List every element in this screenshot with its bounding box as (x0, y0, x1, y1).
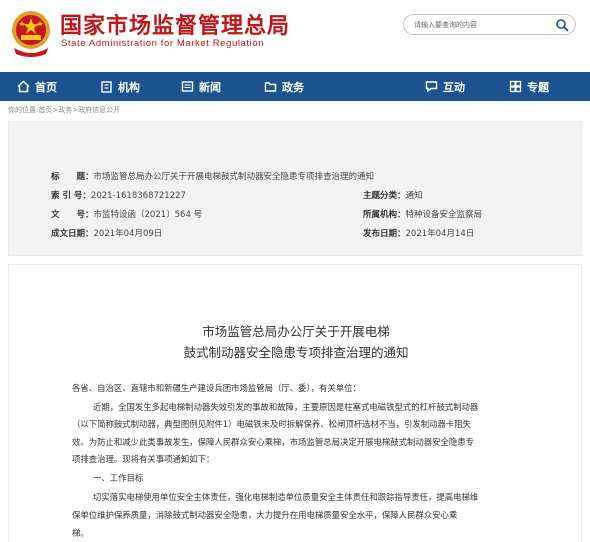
chat-icon (425, 81, 438, 93)
national-emblem-icon (12, 11, 50, 57)
paragraph-line: 切实落实电梯使用单位安全主体责任，强化电梯制造单位质量安全主体责任和跟踪指导责任… (93, 492, 479, 502)
nav-item-label: 机构 (118, 80, 140, 94)
section-heading: 一、工作目标 (93, 473, 144, 483)
info-category-label: 主题分类： (363, 191, 406, 201)
info-published-value: 2021年04月14日 (405, 229, 475, 239)
info-dept-value: 特种设备安全监察局 (405, 210, 483, 220)
building-icon (101, 81, 112, 93)
nav-item-institutions[interactable]: 机构 (100, 72, 140, 101)
article-body: 市场监管总局办公厅关于开展电梯 鼓式制动器安全隐患专项排查治理的通知 各省、自治… (8, 264, 582, 542)
article-heading-line-1: 市场监管总局办公厅关于开展电梯 (202, 324, 390, 339)
info-dept-label: 所属机构： (363, 210, 406, 220)
info-title-label: 标 题： (51, 172, 94, 182)
news-icon (181, 81, 194, 92)
nav-item-label: 政务 (282, 80, 304, 94)
info-published-row: 发布日期：2021年04月14日 (363, 227, 474, 239)
nav-item-interaction[interactable]: 互动 (425, 72, 465, 101)
document-info-panel: 标 题：市场监管总局办公厅关于开展电梯鼓式制动器安全隐患专项排查治理的通知 索 … (8, 121, 582, 256)
info-docno-row: 文 号：市监特设函〔2021〕564 号 (51, 208, 202, 220)
search-box (403, 14, 576, 35)
paragraph-line: 项排查治理。现将有关事项通知如下： (72, 454, 215, 464)
info-dept-row: 所属机构：特种设备安全监察局 (363, 208, 482, 220)
paragraph-line: 保单位维护保养质量，消除鼓式制动器安全隐患，大力提升在用电梯质量安全水平，保障人… (72, 510, 458, 520)
info-created-label: 成文日期： (51, 229, 94, 239)
article-heading-line-2: 鼓式制动器安全隐患专项排查治理的通知 (183, 345, 409, 360)
search-input[interactable] (414, 18, 554, 32)
info-docno-label: 文 号： (51, 210, 94, 220)
paragraph-line: 效。为防止和减少此类事故发生，保障人民群众安心乘梯，市场监管总局决定开展电梯鼓式… (72, 437, 474, 447)
nav-item-government-affairs[interactable]: 政务 (264, 72, 304, 101)
nav-item-label: 首页 (35, 80, 57, 94)
site-title: 国家市场监督管理总局 (60, 14, 291, 39)
article-salutation: 各省、自治区、直辖市和新疆生产建设兵团市场监管局（厅、委），有关单位： (72, 383, 361, 393)
site-header: 国家市场监督管理总局 State Administration for Mark… (0, 0, 590, 72)
info-published-label: 发布日期： (363, 229, 406, 239)
search-icon[interactable] (555, 18, 569, 32)
nav-item-home[interactable]: 首页 (17, 72, 57, 101)
home-icon (17, 80, 30, 93)
info-docno-value: 市监特设函〔2021〕564 号 (93, 210, 203, 220)
info-category-row: 主题分类：通知 (363, 189, 423, 201)
info-index-value: 2021-1618368721227 (90, 191, 186, 201)
main-nav: 首页 机构 新闻 政务 互动 专题 (0, 72, 590, 101)
nav-item-topics[interactable]: 专题 (509, 72, 549, 101)
info-created-value: 2021年04月09日 (93, 229, 163, 239)
breadcrumb[interactable]: 你的位置:首页>政务>政府信息公开 (8, 105, 120, 115)
paragraph-line: （以下简称鼓式制动器，典型图例见附件1）电磁铁未及时拆解保养、松闸顶杆选材不当，… (72, 419, 471, 429)
nav-item-label: 互动 (443, 80, 465, 94)
info-index-label: 索 引 号： (51, 191, 91, 201)
paragraph-line: 梯。 (72, 528, 89, 538)
site-title-english: State Administration for Market Regulati… (61, 38, 265, 49)
info-category-value: 通知 (405, 191, 423, 201)
info-title-row: 标 题：市场监管总局办公厅关于开展电梯鼓式制动器安全隐患专项排查治理的通知 (51, 170, 374, 182)
nav-item-label: 新闻 (199, 80, 221, 94)
info-title-value: 市场监管总局办公厅关于开展电梯鼓式制动器安全隐患专项排查治理的通知 (93, 172, 375, 182)
info-index-row: 索 引 号：2021-1618368721227 (51, 189, 186, 201)
nav-item-news[interactable]: 新闻 (181, 72, 221, 101)
info-created-row: 成文日期：2021年04月09日 (51, 227, 162, 239)
topic-icon (509, 80, 522, 93)
folder-icon (264, 82, 277, 92)
paragraph-line: 近期，全国发生多起电梯制动器失效引发的事故和故障，主要原因是柱塞式电磁铁型式的杠… (93, 402, 479, 412)
nav-item-label: 专题 (527, 80, 549, 94)
